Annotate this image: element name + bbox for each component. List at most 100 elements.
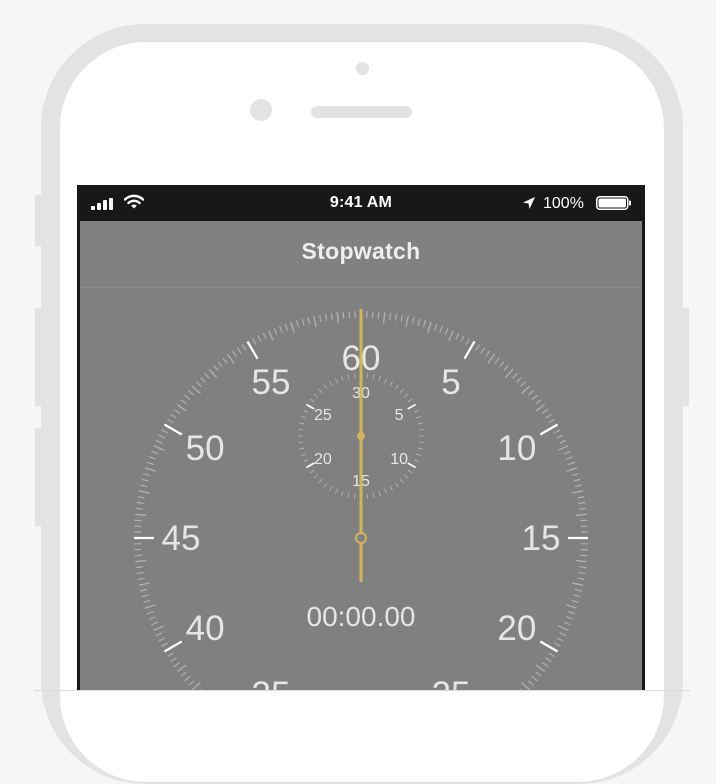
dial-tick — [579, 508, 586, 509]
dial-tick — [320, 315, 321, 322]
subdial-tick — [418, 423, 423, 424]
dial-tick — [476, 344, 480, 350]
dial-tick — [337, 312, 338, 323]
dial-tick — [578, 572, 585, 573]
dial-tick — [167, 419, 173, 423]
dial-tick — [574, 479, 581, 481]
dial-tick — [554, 430, 560, 433]
subdial-tick — [400, 389, 403, 393]
dial-tick — [302, 319, 304, 326]
mute-switch — [35, 195, 43, 246]
dial-tick — [560, 633, 566, 636]
dial-tick — [572, 474, 579, 476]
dial-tick — [566, 605, 576, 608]
dial-tick — [159, 435, 165, 438]
dial-tick — [579, 567, 586, 568]
dial-tick — [390, 313, 391, 320]
dial-label-20: 20 — [497, 609, 536, 648]
dial-tick — [151, 622, 157, 625]
dial-tick — [325, 314, 326, 321]
dial-tick — [214, 365, 219, 370]
subdial-tick — [395, 385, 398, 389]
dial-tick — [177, 405, 186, 411]
dial-tick — [280, 326, 283, 333]
subdial-label-10: 10 — [390, 451, 408, 468]
dial-tick — [253, 339, 256, 345]
battery-percentage: 100% — [543, 195, 584, 213]
dial-tick — [558, 626, 568, 630]
subdial-tick — [385, 378, 387, 383]
dial-tick — [481, 348, 485, 354]
dial-tick — [546, 658, 552, 662]
dial-tick — [258, 336, 261, 342]
dial-tick — [577, 497, 584, 498]
subdial-tick — [314, 394, 318, 397]
dial-tick — [237, 348, 241, 354]
dial-tick — [536, 665, 545, 671]
dial-tick — [135, 520, 142, 521]
dial-tick — [522, 386, 530, 393]
dial-tick — [136, 508, 143, 509]
dial-tick — [135, 514, 146, 515]
dial-tick — [147, 462, 154, 464]
dial-tick — [564, 622, 570, 625]
dial-tick — [566, 617, 573, 620]
dial-tick — [143, 600, 150, 602]
dial-tick — [140, 589, 147, 591]
dial-tick — [580, 555, 587, 556]
dial-tick — [192, 683, 200, 690]
dial-label-40: 40 — [186, 609, 225, 648]
dial-tick — [274, 328, 277, 334]
dial-tick — [154, 626, 164, 630]
dial-tick — [269, 331, 273, 341]
stopwatch-content: 60510152025303540455055 30510152025 00:0… — [80, 288, 642, 691]
dial-tick — [504, 365, 509, 370]
dial-tick — [564, 451, 570, 454]
dial-tick — [138, 578, 145, 579]
dial-tick — [521, 382, 526, 387]
dial-tick — [499, 362, 503, 367]
dial-tick — [263, 333, 266, 339]
dial-tick — [557, 638, 563, 641]
dial-tick — [536, 400, 542, 404]
dial-tick — [137, 572, 144, 573]
dial-tick — [147, 611, 154, 613]
dial-tick — [572, 583, 583, 585]
dial-tick — [177, 665, 186, 671]
phone-screen: 9:41 AM 100% Stopwatch 60510152025303540… — [77, 185, 645, 691]
dial-tick — [542, 663, 548, 667]
dial-tick — [308, 317, 310, 324]
dial-tick — [343, 312, 344, 319]
battery-level-fill — [599, 199, 627, 208]
dial-tick — [558, 446, 568, 450]
subdial-tick — [298, 442, 303, 443]
dial-tick — [218, 362, 222, 367]
subdial-tick — [408, 399, 412, 402]
subdial-tick — [390, 486, 393, 490]
dial-label-50: 50 — [186, 429, 225, 468]
dial-tick — [209, 369, 216, 377]
dial-tick — [572, 491, 583, 493]
dial-tick — [517, 377, 522, 382]
dial-tick — [192, 386, 200, 393]
dial-tick — [557, 435, 563, 438]
dial-tick — [143, 474, 150, 476]
dial-tick — [418, 319, 420, 326]
dial-tick — [423, 320, 425, 327]
dial-tick — [297, 320, 299, 327]
dial-tick — [171, 414, 177, 418]
dial-tick — [445, 328, 448, 334]
subdial-tick — [319, 389, 322, 393]
dial-tick — [291, 322, 294, 332]
dial-tick — [568, 462, 575, 464]
dial-label-5: 5 — [441, 363, 460, 402]
dial-tick — [185, 676, 190, 680]
subdial-tick — [418, 448, 423, 449]
dial-tick — [171, 658, 177, 662]
dial-tick — [574, 595, 581, 597]
dial-tick — [162, 430, 168, 433]
dial-tick — [412, 317, 414, 324]
dial-tick — [378, 312, 379, 319]
dial-tick — [135, 561, 146, 562]
subdial-tick — [324, 483, 327, 487]
